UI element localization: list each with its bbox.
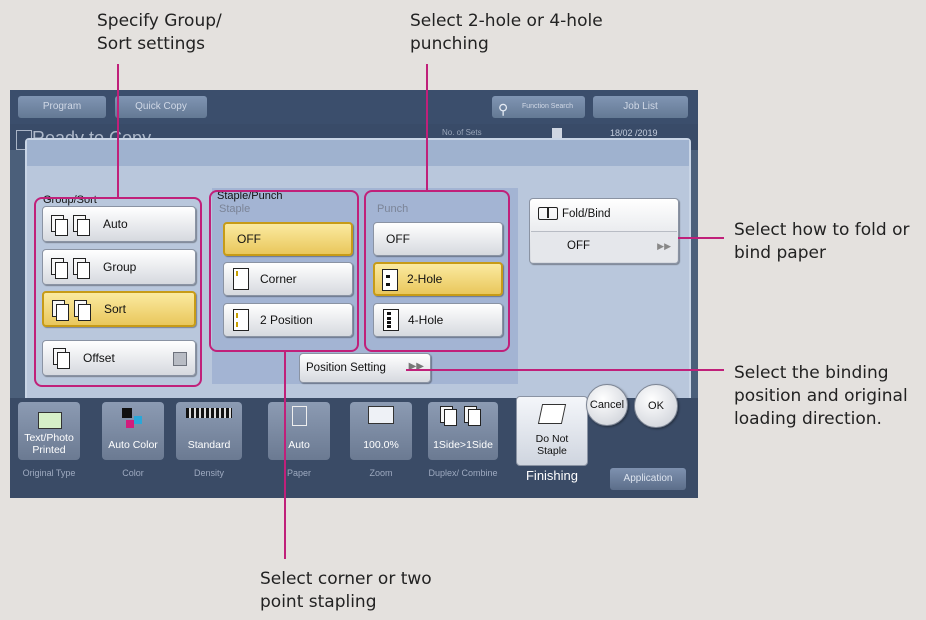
fold-bind-button[interactable]: Fold/Bind OFF ▶▶	[529, 198, 679, 264]
no-of-sets-label: No. of Sets	[442, 128, 482, 137]
callout-binding: Select the binding position and original…	[734, 363, 908, 429]
book-icon	[538, 207, 558, 220]
double-chevron-icon: ▶▶	[657, 241, 671, 251]
density-icon	[186, 408, 232, 418]
quick-copy-button[interactable]: Quick Copy	[115, 96, 207, 118]
function-search-button[interactable]: ⚲ Function Search	[492, 96, 585, 118]
program-button[interactable]: Program	[18, 96, 106, 118]
highlight-group-sort	[34, 197, 202, 387]
duplex-icon	[440, 406, 486, 426]
callout-fold: Select how to fold or bind paper	[734, 220, 910, 263]
cancel-button[interactable]: Cancel	[586, 384, 628, 426]
highlight-punch	[364, 190, 510, 352]
position-setting-button[interactable]: Position Setting ▶▶	[299, 353, 431, 383]
staple-icon	[537, 404, 567, 424]
line-group-sort	[117, 64, 119, 198]
line-staple	[284, 351, 286, 559]
ok-button[interactable]: OK	[634, 384, 678, 428]
top-bar: Program Quick Copy ⚲ Function Search Job…	[10, 90, 698, 124]
text-photo-icon	[38, 412, 62, 429]
color-tile[interactable]	[102, 402, 164, 460]
line-punch	[426, 64, 428, 191]
color-icon-magenta	[126, 420, 134, 428]
finishing-category: Finishing	[525, 468, 579, 483]
callout-group-sort: Specify Group/ Sort settings	[97, 11, 222, 54]
search-icon: ⚲	[498, 101, 509, 117]
application-button[interactable]: Application	[610, 468, 686, 490]
color-icon	[122, 408, 132, 418]
callout-staple: Select corner or two point stapling	[260, 569, 432, 612]
line-fold	[678, 237, 724, 239]
fold-bind-value: OFF ▶▶	[531, 231, 677, 262]
paper-icon	[292, 406, 307, 426]
zoom-icon	[368, 406, 394, 424]
dialog-header	[27, 140, 689, 166]
callout-punch: Select 2-hole or 4-hole punching	[410, 11, 603, 54]
color-icon-cyan	[134, 416, 142, 424]
date-display: 18/02 /2019	[610, 128, 658, 138]
line-binding	[406, 369, 724, 371]
highlight-staple	[209, 190, 359, 352]
job-list-button[interactable]: Job List	[593, 96, 688, 118]
